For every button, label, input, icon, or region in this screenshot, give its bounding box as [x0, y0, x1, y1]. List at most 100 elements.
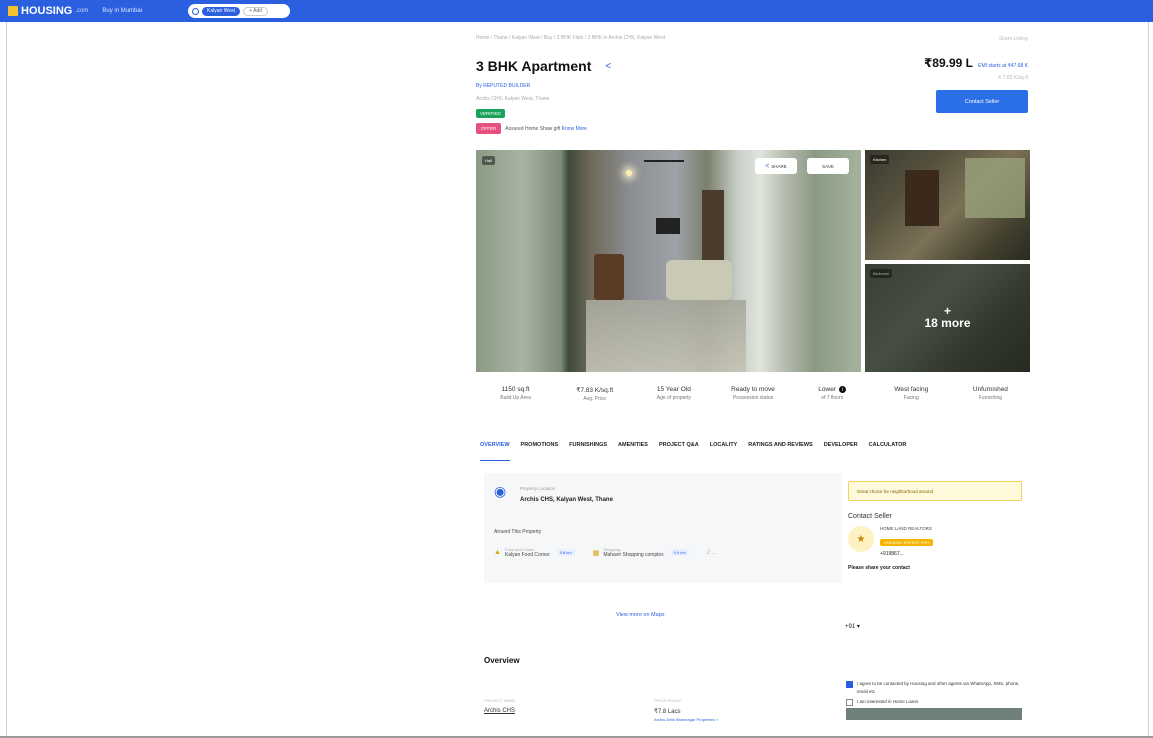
tab-locality[interactable]: LOCALITY [710, 442, 738, 461]
tab-furnishings[interactable]: FURNISHINGS [569, 442, 607, 461]
frame-left [6, 0, 7, 738]
view-on-maps-link[interactable]: View more on Maps [616, 612, 665, 618]
share-label: SHARE [771, 163, 787, 169]
share-contact-text: Please share your contact [848, 565, 910, 571]
spec-age: 15 Year Old Age of property [634, 386, 713, 403]
save-button[interactable]: SAVE [807, 158, 849, 174]
place-info: Shopping Mahavir Shopping complex [603, 547, 663, 558]
overview-title: Overview [484, 656, 520, 665]
spec-avg-price: ₹7.83 K/sq.ft Avg. Price [555, 386, 634, 403]
share-icon[interactable]: < [605, 61, 611, 72]
locality-card: ◉ Property Location Archis CHS, Kalyan W… [484, 473, 842, 583]
overview-value: ₹7.8 Lacs [654, 709, 681, 715]
agree-text: I agree to be contacted by Housing and o… [857, 681, 1020, 694]
country-code-select[interactable]: +91 ▾ [845, 623, 860, 630]
submit-button[interactable] [846, 708, 1022, 720]
seller-details: HOME LAND REALTORS HOUSING EXPERT PRO +9… [880, 526, 934, 557]
spec-value: ₹7.83 K/sq.ft [576, 387, 614, 394]
more-plus: + [943, 304, 951, 318]
spec-value: 1150 sq.ft [501, 386, 530, 393]
tab-overview[interactable]: OVERVIEW [480, 442, 510, 461]
spec-facing: West facing Facing [872, 386, 951, 403]
shopping-icon: ▦ [592, 549, 600, 557]
property-address: Archis CHS, Kalyan West, Thane [476, 96, 550, 102]
spec-label: Build Up Area [500, 395, 531, 401]
spec-label: of 7 floors [821, 395, 844, 401]
tab-ratings[interactable]: RATINGS AND REVIEWS [748, 442, 812, 461]
main-photo-badge: Hall [482, 156, 495, 165]
overview-grid: PROJECT NAME Archis CHS PRICE RANGE ₹7.8… [484, 698, 834, 722]
info-icon[interactable]: i [838, 386, 846, 393]
tab-calculator[interactable]: CALCULATOR [869, 442, 907, 461]
home-loan-text: I am interested in Home Loans [857, 699, 919, 704]
home-loan-checkbox[interactable] [846, 699, 853, 706]
consent-section: I agree to be contacted by Housing and o… [846, 680, 1022, 720]
overview-sub-link[interactable]: Archis 2bhk Bhavnagar Properties > [654, 717, 824, 722]
photo-cabinet [905, 170, 939, 226]
tab-project-qa[interactable]: PROJECT Q&A [659, 442, 699, 461]
list-item[interactable]: ▦ Shopping Mahavir Shopping complex 0.9 … [593, 547, 689, 558]
tab-amenities[interactable]: AMENITIES [618, 442, 648, 461]
seller-phone: +919867... [880, 551, 904, 557]
consent-agree-row[interactable]: I agree to be contacted by Housing and o… [846, 680, 1022, 696]
city-selector[interactable]: Buy in Mumbai [102, 8, 142, 14]
photo-tv [656, 218, 680, 234]
property-title: 3 BHK Apartment [476, 58, 592, 74]
photo-fan [644, 160, 684, 162]
breadcrumb[interactable]: Home / Thane / Kalyan West / Buy / 3 BHK… [476, 35, 665, 41]
photo-chair [594, 254, 624, 300]
agree-checkbox[interactable] [846, 681, 853, 688]
property-location-label: Property Location [520, 486, 556, 491]
place-name: Kalyan Food Corner [504, 552, 550, 558]
spec-label: Avg. Price [583, 396, 607, 402]
consent-loan-row[interactable]: I am interested in Home Loans [846, 698, 1022, 706]
offer-know-more-link[interactable]: Know More [562, 126, 587, 132]
logo-text: HOUSING [21, 5, 73, 17]
offer-text: Assured Home Shaw gift Know More [505, 126, 587, 132]
share-button[interactable]: < SHARE [755, 158, 797, 174]
verified-badge: VERIFIED [476, 109, 505, 118]
tab-developer[interactable]: DEVELOPER [824, 442, 858, 461]
place-name: Mahavir Shopping complex [603, 552, 664, 558]
contact-seller-button[interactable]: Contact Seller [936, 90, 1028, 113]
price-per-sqft: ₹ 7.83 K/sq.ft [998, 75, 1028, 81]
search-bar[interactable]: Kalyan West + Add [188, 4, 291, 18]
emi-link[interactable]: EMI starts at ₹47.68 K [978, 63, 1028, 69]
highlight-banner: Great choice for neighborhood around [848, 481, 1022, 501]
housing-logo[interactable]: HOUSING .com [8, 5, 88, 17]
property-location: Archis CHS, Kalyan West, Thane [520, 497, 613, 503]
side-photo-kitchen[interactable]: Kitchen [865, 150, 1030, 260]
offer-tag: OFFER [476, 123, 502, 134]
seller-name: HOME LAND REALTORS [880, 526, 932, 531]
top-nav-bar: HOUSING .com Buy in Mumbai Kalyan West +… [0, 0, 1153, 22]
spec-value: Lower [818, 386, 836, 393]
photo-floor [586, 300, 746, 372]
project-name-link[interactable]: Archis CHS [484, 708, 654, 714]
list-item[interactable]: ▲ Food and Drinks Kalyan Food Corner 0.8… [494, 547, 575, 558]
overview-label: PROJECT NAME [484, 698, 516, 703]
more-photos-overlay[interactable]: + 18 more [865, 264, 1030, 372]
logo-icon [8, 6, 18, 16]
tab-promotions[interactable]: PROMOTIONS [521, 442, 559, 461]
share-listing-link[interactable]: Share Listing [999, 36, 1028, 42]
spec-label: Possession status [732, 395, 774, 401]
spec-possession: Ready to move Possession status [713, 386, 792, 403]
add-locality-chip[interactable]: + Add [243, 6, 268, 16]
side-photo-more[interactable]: Bedroom + 18 more [865, 264, 1030, 372]
more-places[interactable]: 2 ... [707, 550, 717, 556]
frame-right [1148, 0, 1149, 738]
highlight-text: Great choice for neighborhood around [857, 488, 934, 494]
spec-value: Unfurnished [972, 386, 1008, 393]
overview-project: PROJECT NAME Archis CHS [484, 698, 654, 722]
place-distance: 0.9 km [670, 549, 689, 556]
contact-seller-panel: Contact Seller ★ HOME LAND REALTORS HOUS… [848, 513, 1022, 585]
search-chip[interactable]: Kalyan West [202, 6, 241, 16]
spec-value: West facing [894, 386, 929, 393]
logo-suffix: .com [75, 8, 89, 14]
builder-link[interactable]: By REPUTED BUILDER [476, 83, 530, 89]
side-photo-badge: Kitchen [870, 155, 890, 164]
save-label: SAVE [822, 163, 834, 169]
main-photo[interactable]: Hall < SHARE SAVE [476, 150, 861, 372]
offer-row: OFFER Assured Home Shaw gift Know More [476, 123, 587, 134]
spec-furnishing: Unfurnished Furnishing [951, 386, 1030, 403]
